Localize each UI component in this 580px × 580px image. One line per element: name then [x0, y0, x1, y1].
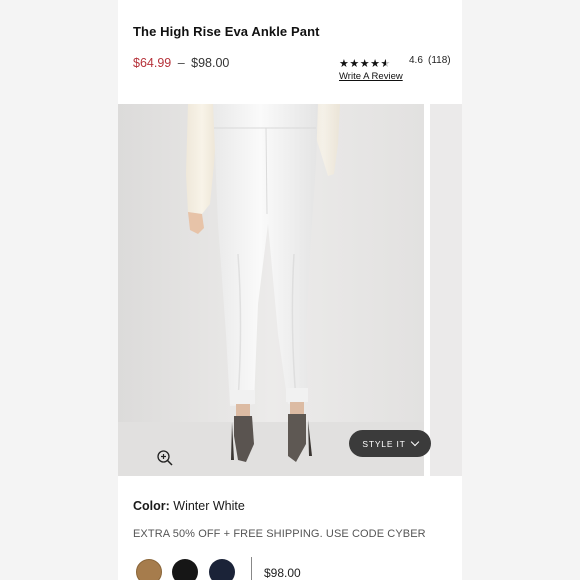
color-row: Color: Winter White — [133, 499, 245, 513]
product-title: The High Rise Eva Ankle Pant — [133, 24, 320, 39]
star-icon: ★ — [359, 58, 370, 70]
promo-text: EXTRA 50% OFF + FREE SHIPPING. USE CODE … — [133, 528, 426, 540]
rating-block: ★ ★ ★ ★ ★ 4.6 (118) Write A Review — [339, 54, 454, 82]
sale-price: $64.99 — [133, 56, 172, 70]
color-swatch-navy[interactable] — [209, 559, 235, 580]
chevron-down-icon — [410, 437, 419, 447]
star-icon: ★ — [339, 58, 349, 70]
next-product-image[interactable] — [430, 104, 462, 476]
swatch-divider — [251, 557, 252, 580]
star-icon: ★ — [370, 58, 380, 70]
star-rating: ★ ★ ★ ★ ★ — [339, 57, 390, 70]
star-icon: ★ — [349, 58, 359, 70]
rating-value: 4.6 — [409, 55, 423, 66]
half-star-icon: ★ — [381, 57, 391, 70]
write-review-link[interactable]: Write A Review — [339, 71, 403, 82]
style-it-button[interactable]: STYLE IT — [349, 430, 431, 457]
selected-color: Winter White — [173, 499, 245, 513]
product-photo-illustration — [118, 104, 424, 476]
price-separator: – — [177, 56, 185, 70]
color-swatch-camel[interactable] — [136, 559, 162, 580]
product-image[interactable] — [118, 104, 424, 476]
color-swatch-black[interactable] — [172, 559, 198, 580]
rating-count: (118) — [428, 55, 451, 66]
swatch-price: $98.00 — [264, 566, 301, 580]
style-it-label: STYLE IT — [362, 438, 406, 449]
regular-price: $98.00 — [191, 56, 230, 70]
price-row: $64.99 – $98.00 — [133, 56, 229, 70]
color-label: Color: — [133, 499, 174, 513]
zoom-in-icon[interactable] — [156, 449, 174, 467]
